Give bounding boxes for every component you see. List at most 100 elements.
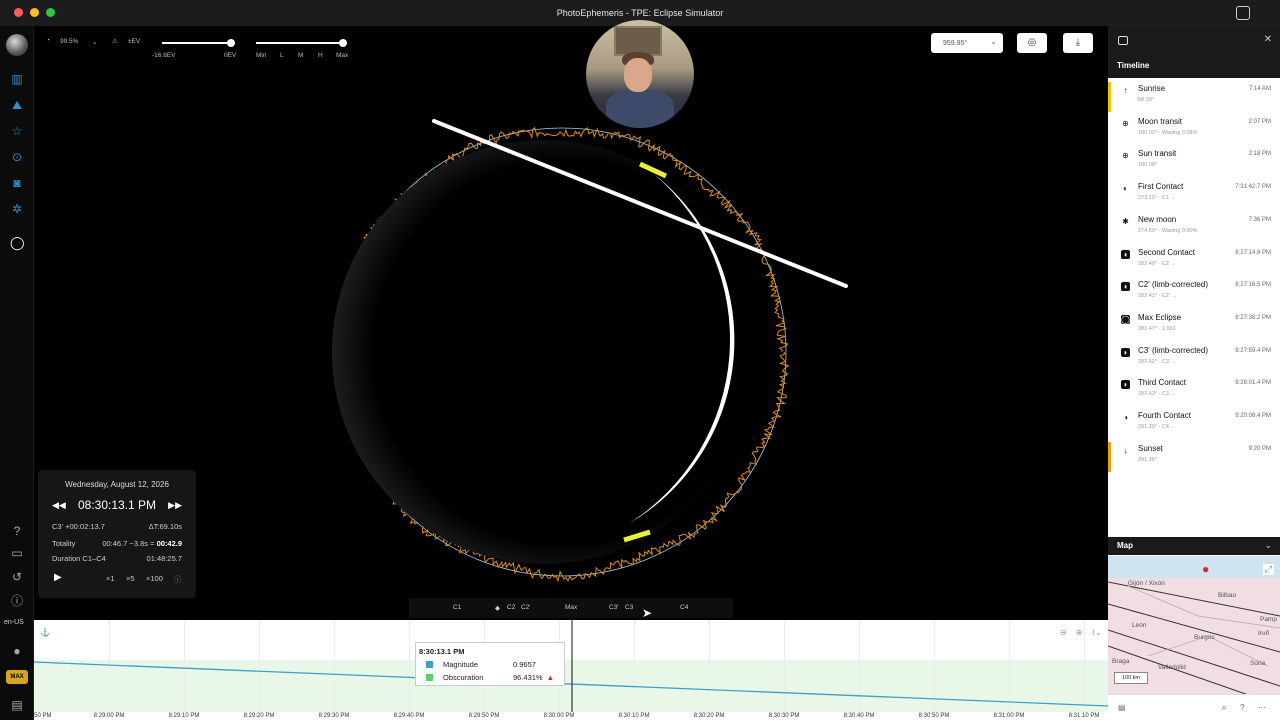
quality-label: Max (336, 52, 349, 59)
map-title: Map (1117, 541, 1133, 550)
zoom-window-button[interactable] (46, 8, 55, 17)
chevron-down-icon[interactable]: ⌄ (1264, 540, 1272, 551)
max-badge[interactable]: MAX (6, 670, 28, 684)
info-icon[interactable]: ⓘ (174, 574, 182, 585)
info-icon[interactable]: ⓘ (10, 594, 24, 608)
timeline-item[interactable]: ◖ Second Contact 282.40° · C2 → 8:27:14.8 P… (1108, 246, 1280, 278)
mountain-icon[interactable]: ⛰ (10, 98, 24, 112)
timeline-item[interactable]: ⊕ Moon transit 180.03° · Waning 0.08% 2:07 … (1108, 115, 1280, 147)
magnitude-swatch (426, 661, 433, 668)
tick-label: 8:29:30 PM (318, 713, 350, 719)
magnitude-label: Magnitude (443, 660, 479, 669)
speed-x1[interactable]: ×1 (106, 574, 115, 583)
search-icon[interactable]: ⌕ (1222, 703, 1226, 713)
settings-icon[interactable]: ✲ (10, 202, 24, 216)
panel-toggle-icon[interactable]: ▤ (10, 698, 24, 712)
chevron-down-icon[interactable]: ⌄ (92, 38, 97, 46)
ev-slider-handle[interactable] (227, 39, 235, 47)
history-icon[interactable]: ↺ (10, 570, 24, 584)
eclipse-viewport[interactable]: ◔ 99.5% ⌄ ⚠ ±EV -16.6EV 0EV Min L M H Max 95… (34, 20, 1108, 720)
quality-slider-handle[interactable] (339, 39, 347, 47)
contact-c3-prime[interactable]: C3' (609, 604, 619, 611)
eclipse-icon[interactable]: ◯ (10, 236, 25, 250)
close-window-button[interactable] (14, 8, 23, 17)
window-controls (14, 8, 55, 17)
quality-label: Min (256, 52, 267, 59)
map-label: Braga (1112, 658, 1130, 665)
fast-forward-icon[interactable]: ▶▶ (168, 500, 182, 511)
contact-c4[interactable]: C4 (680, 604, 688, 611)
timeline-item[interactable]: ↓ Sunset 291.36° 9:20 PM (1108, 441, 1280, 474)
close-icon[interactable]: ✕ (1264, 34, 1272, 45)
play-icon[interactable]: ▶ (54, 572, 62, 583)
event-name: Third Contact (1138, 378, 1187, 388)
expand-map-icon[interactable]: ⤢ (1262, 564, 1274, 575)
contact-c1[interactable]: C1 (453, 604, 461, 611)
event-detail: 273.19° · C1 → (1138, 195, 1176, 202)
contact-c2[interactable]: C2 (507, 604, 515, 611)
tick-label: 8:31:10 PM (1068, 713, 1100, 719)
map-label: Pamp (1260, 616, 1277, 623)
event-detail: 291.36° (1138, 456, 1158, 463)
minimize-window-button[interactable] (30, 8, 39, 17)
event-icon: ◐ (1123, 184, 1128, 194)
event-time: 8:27:16.5 PM (1235, 282, 1271, 289)
map-label: Valladolid (1158, 664, 1186, 671)
anchor-icon[interactable]: ⚓ (40, 628, 50, 637)
map-icon[interactable]: ▥ (10, 72, 24, 86)
camera-icon[interactable]: ◙ (10, 176, 24, 190)
map-header[interactable]: Map ⌄ (1108, 537, 1280, 555)
tick-label: 8:30:50 PM (918, 713, 950, 719)
eclipse-graph[interactable]: ⚓ ⊖ ⊕ ⌇⌄ 8:30:13.1 PM Magnitude 0.9657 Ob… (32, 620, 1108, 720)
contact-c2-prime[interactable]: C2' (521, 604, 531, 611)
download-button[interactable]: ⤓ (1063, 33, 1093, 53)
locale-label[interactable]: en-US (4, 619, 24, 626)
sidebar-toggle-icon[interactable]: ▤ (1118, 703, 1126, 712)
timeline-item[interactable]: ✱ New moon 274.50° · Waning 0.00% 7:36 PM (1108, 213, 1280, 245)
timeline-item[interactable]: ⊕ Sun transit 180.00° 2:18 PM (1108, 147, 1280, 179)
help-icon[interactable]: ? (10, 524, 24, 538)
obscuration-value: 96.431% (512, 673, 543, 682)
speed-x100[interactable]: ×100 (146, 574, 163, 583)
timeline-item[interactable]: ◯ Max Eclipse 282.47° · 1.002 8:27:38.2 PM (1108, 311, 1280, 343)
timeline-item[interactable]: ◗ Third Contact 282.53° · C3 ← 8:28:01.4 PM (1108, 376, 1280, 408)
right-panel: ✕ Timeline ↑ Sunrise 68.39° 7:14 AM ⊕ Moon tr… (1108, 26, 1280, 720)
timeline-item[interactable]: ◗ C3' (limb-corrected) 282.52° · C3' ← 8:27… (1108, 344, 1280, 376)
map-view[interactable]: ● ⤢ Gijón / Xixón Bilbao Pamp Iruñ León … (1108, 556, 1280, 694)
warning-icon: ⚠ (112, 38, 118, 45)
person-icon[interactable]: ● (10, 644, 24, 658)
timeline-item[interactable]: ◑ Fourth Contact 291.30° · C4 ← 9:20:08.4 P… (1108, 409, 1280, 441)
map-label: Soria (1250, 660, 1266, 667)
timeline-item[interactable]: ◖ C2' (limb-corrected) 282.41° · C2' → 8:27… (1108, 278, 1280, 310)
event-icon: ◑ (1123, 413, 1128, 422)
speed-x5[interactable]: ×5 (126, 574, 135, 583)
location-pin-icon[interactable]: ● (1202, 562, 1209, 576)
event-time: 8:27:59.4 PM (1235, 347, 1271, 354)
azimuth-select[interactable]: 959.95° ⌄ (931, 33, 1003, 53)
star-icon[interactable]: ☆ (10, 124, 24, 138)
quality-label: L (280, 52, 284, 59)
pin-icon[interactable]: ⊙ (10, 150, 24, 164)
share-icon[interactable]: ⋯ (1258, 703, 1266, 712)
extension-icon[interactable] (1236, 6, 1250, 20)
help-icon[interactable]: ? (1240, 703, 1244, 712)
contact-max[interactable]: Max (565, 604, 577, 611)
quality-slider[interactable] (256, 42, 346, 44)
tick-label: 8:29:10 PM (168, 713, 200, 719)
zoom-out-icon[interactable]: ⊖ (1060, 628, 1067, 637)
timeline-item[interactable]: ↑ Sunrise 68.39° 7:14 AM (1108, 82, 1280, 114)
tick-label: 8:31:00 PM (993, 713, 1025, 719)
timeline-title: Timeline (1117, 61, 1150, 70)
contact-c3[interactable]: C3 (625, 604, 633, 611)
timeline-item[interactable]: ◐ First Contact 273.19° · C1 → 7:31:42.7 PM (1108, 180, 1280, 212)
zoom-in-icon[interactable]: ⊕ (1076, 628, 1083, 637)
ev-slider[interactable] (162, 42, 232, 44)
overlay-toggle-button[interactable]: ◎ (1017, 33, 1047, 53)
chat-icon[interactable]: ▭ (10, 546, 24, 560)
user-avatar[interactable] (6, 34, 28, 56)
obscuration-swatch (426, 674, 433, 681)
chart-type-icon[interactable]: ⌇⌄ (1091, 628, 1102, 637)
event-name: Sunrise (1138, 84, 1166, 93)
panel-icon[interactable] (1118, 36, 1128, 45)
graph-tooltip: 8:30:13.1 PM Magnitude 0.9657 Obscuration… (415, 642, 565, 686)
